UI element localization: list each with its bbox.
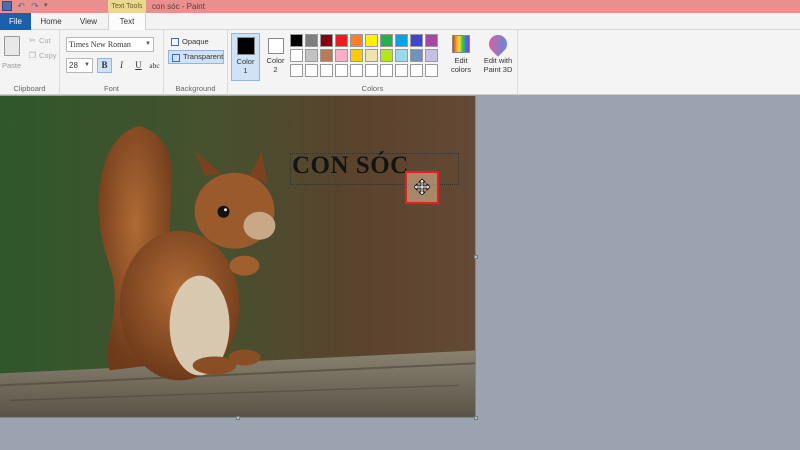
palette-swatch[interactable] (335, 49, 348, 62)
drawing-canvas[interactable] (0, 96, 476, 418)
color1-button[interactable]: Color 1 (231, 33, 260, 81)
font-group-label: Font (103, 84, 119, 93)
clipboard-group-label: Clipboard (13, 84, 46, 93)
color2-swatch (267, 38, 284, 54)
chevron-down-icon: ▼ (145, 41, 151, 47)
cut-button[interactable]: ✂ Cut (28, 36, 51, 45)
tab-file[interactable]: File (0, 13, 31, 30)
palette-swatch[interactable] (305, 49, 318, 62)
font-size-select[interactable]: 28 ▼ (66, 58, 93, 73)
undo-icon[interactable]: ↶ (16, 1, 26, 11)
opaque-label: Opaque (182, 37, 209, 46)
tab-text[interactable]: Text (108, 13, 146, 31)
palette-swatch[interactable] (305, 34, 318, 47)
customize-toolbar-icon[interactable]: ▾ (44, 1, 50, 11)
text-tools-context-label: Text Tools (108, 0, 146, 13)
palette-swatch[interactable] (365, 34, 378, 47)
title-bar: ↶ ↷ ▾ Text Tools con sóc - Paint (0, 0, 800, 13)
font-group: Times New Roman ▼ 28 ▼ B I U abc Font (60, 30, 164, 95)
palette-swatch[interactable] (410, 49, 423, 62)
redo-icon[interactable]: ↷ (30, 1, 40, 11)
background-group-label: Background (175, 84, 216, 93)
copy-label: Copy (39, 51, 57, 60)
palette-swatch[interactable] (380, 49, 393, 62)
palette-swatch[interactable] (425, 49, 438, 62)
transparent-button[interactable]: Transparent (168, 50, 224, 64)
cut-label: Cut (39, 36, 51, 45)
ribbon: Paste ✂ Cut ❐ Copy Clipboard Times New R… (0, 30, 800, 95)
palette-swatch[interactable] (290, 34, 303, 47)
palette-swatch[interactable] (350, 34, 363, 47)
squirrel-photo (0, 96, 475, 417)
palette-swatch[interactable] (305, 64, 318, 77)
edit-with-paint3d-button[interactable]: Edit with Paint 3D (480, 31, 516, 74)
color1-label: Color (236, 57, 255, 66)
edit-colors-label: Edit colors (450, 56, 471, 74)
palette-swatch[interactable] (320, 34, 333, 47)
paste-button[interactable]: Paste (2, 61, 21, 70)
opaque-button[interactable]: Opaque (168, 35, 224, 49)
palette-swatch[interactable] (335, 34, 348, 47)
transparent-icon (172, 54, 180, 62)
palette-swatch[interactable] (290, 49, 303, 62)
palette-swatch[interactable] (320, 64, 333, 77)
palette-swatch[interactable] (365, 64, 378, 77)
palette-swatch[interactable] (410, 34, 423, 47)
palette-swatch[interactable] (380, 34, 393, 47)
color2-label: Color (266, 56, 285, 65)
color2-number: 2 (273, 65, 278, 74)
scissors-icon: ✂ (29, 36, 36, 45)
quick-access-toolbar: ↶ ↷ ▾ (2, 1, 50, 11)
palette-swatch[interactable] (320, 49, 333, 62)
edit-colors-button[interactable]: Edit colors (446, 33, 476, 74)
canvas-resize-handle-bottom[interactable] (236, 416, 240, 420)
palette-swatch[interactable] (350, 64, 363, 77)
palette-swatch[interactable] (425, 34, 438, 47)
background-group: Opaque Transparent Background (164, 30, 228, 95)
copy-icon: ❐ (28, 51, 37, 60)
paste-icon[interactable] (4, 36, 20, 56)
tab-home[interactable]: Home (33, 13, 69, 30)
colors-group: Color 1 Color 2 Edit colors Edit with Pa… (228, 30, 518, 95)
chevron-down-icon: ▼ (84, 62, 90, 68)
palette-swatch[interactable] (350, 49, 363, 62)
italic-button[interactable]: I (114, 58, 129, 73)
clipboard-group: Paste ✂ Cut ❐ Copy Clipboard (0, 30, 60, 95)
color2-button[interactable]: Color 2 (261, 33, 290, 81)
font-family-value: Times New Roman (69, 40, 131, 49)
palette-swatch[interactable] (335, 64, 348, 77)
palette-swatch[interactable] (395, 49, 408, 62)
edit-with-paint3d-label: Edit with Paint 3D (483, 56, 513, 74)
window-title: con sóc - Paint (152, 2, 205, 11)
color-palette (290, 34, 438, 77)
save-icon[interactable] (2, 1, 12, 11)
move-cursor-icon (414, 179, 430, 195)
underline-button[interactable]: U (131, 58, 146, 73)
opaque-icon (171, 38, 179, 46)
strikethrough-button[interactable]: abc (147, 58, 162, 73)
palette-swatch[interactable] (395, 64, 408, 77)
color1-swatch (236, 37, 255, 55)
palette-swatch[interactable] (380, 64, 393, 77)
canvas-resize-handle-corner[interactable] (474, 416, 478, 420)
colors-group-label: Colors (361, 84, 384, 93)
canvas-text[interactable]: CON SÓC (292, 152, 409, 180)
palette-swatch[interactable] (425, 64, 438, 77)
palette-swatch[interactable] (365, 49, 378, 62)
palette-swatch[interactable] (410, 64, 423, 77)
font-family-select[interactable]: Times New Roman ▼ (66, 37, 154, 52)
palette-swatch[interactable] (290, 64, 303, 77)
bold-button[interactable]: B (97, 58, 112, 73)
transparent-label: Transparent (183, 52, 224, 61)
copy-button[interactable]: ❐ Copy (28, 51, 57, 60)
color-spectrum-icon (452, 35, 470, 53)
paint3d-icon (485, 31, 511, 57)
ribbon-tabs: File Home View Text (0, 13, 800, 31)
palette-swatch[interactable] (395, 34, 408, 47)
tab-view[interactable]: View (71, 13, 106, 30)
color1-number: 1 (243, 66, 248, 75)
canvas-resize-handle-right[interactable] (474, 255, 478, 259)
font-size-value: 28 (69, 61, 78, 70)
